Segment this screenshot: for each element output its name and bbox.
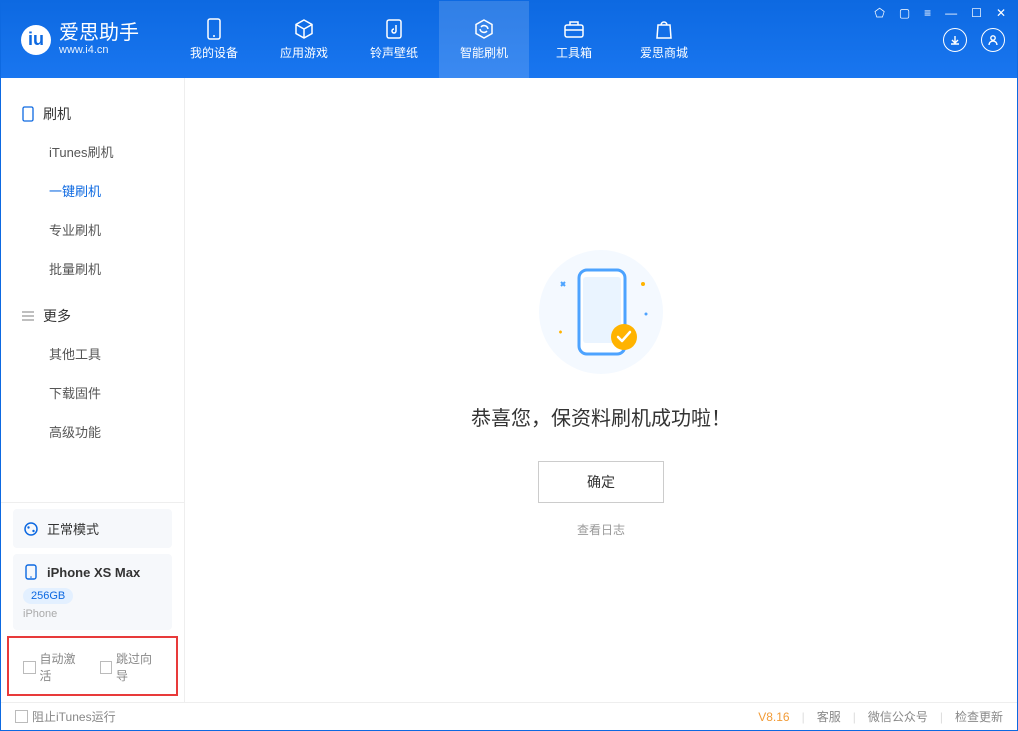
tab-my-device[interactable]: 我的设备: [169, 1, 259, 78]
device-name: iPhone XS Max: [47, 565, 140, 580]
checkbox-skip-guide-label: 跳过向导: [116, 650, 162, 684]
checkbox-block-itunes[interactable]: 阻止iTunes运行: [15, 708, 116, 725]
sidebar-item-download-firmware[interactable]: 下载固件: [1, 373, 184, 412]
minimize-button[interactable]: —: [941, 4, 961, 22]
sidebar-cat-more: 更多: [1, 298, 184, 334]
status-bar: 阻止iTunes运行 V8.16 | 客服 | 微信公众号 | 检查更新: [1, 702, 1017, 730]
sidebar: 刷机 iTunes刷机 一键刷机 专业刷机 批量刷机 更多 其他工具 下载固件 …: [1, 78, 185, 702]
tab-apps-games[interactable]: 应用游戏: [259, 1, 349, 78]
app-url: www.i4.cn: [59, 44, 139, 56]
sidebar-cat-more-label: 更多: [43, 306, 71, 326]
main-tabs: 我的设备 应用游戏 铃声壁纸 智能刷机 工具箱 爱思商城: [169, 1, 709, 78]
close-button[interactable]: ✕: [992, 4, 1010, 22]
win-box-icon[interactable]: ▢: [895, 4, 914, 22]
device-box[interactable]: iPhone XS Max 256GB iPhone: [13, 554, 172, 630]
ok-button[interactable]: 确定: [538, 461, 664, 503]
user-button[interactable]: [981, 28, 1005, 52]
block-itunes-label: 阻止iTunes运行: [32, 708, 116, 725]
main-content: 恭喜您，保资料刷机成功啦！ 确定 查看日志: [185, 78, 1017, 702]
checkbox-highlight-box: 自动激活 跳过向导: [7, 636, 178, 696]
window-controls: ⬠ ▢ ≡ — ☐ ✕: [870, 4, 1010, 22]
tab-store[interactable]: 爱思商城: [619, 1, 709, 78]
app-header: iu 爱思助手 www.i4.cn 我的设备 应用游戏 铃声壁纸 智能刷机 工具…: [1, 1, 1017, 78]
logo: iu 爱思助手 www.i4.cn: [1, 1, 159, 78]
success-title: 恭喜您，保资料刷机成功啦！: [471, 402, 731, 431]
bag-icon: [653, 18, 675, 40]
checkbox-skip-guide[interactable]: 跳过向导: [100, 650, 163, 684]
checkbox-box-icon: [23, 661, 36, 674]
mode-indicator[interactable]: 正常模式: [13, 509, 172, 548]
check-update-link[interactable]: 检查更新: [955, 708, 1003, 725]
music-file-icon: [383, 18, 405, 40]
sidebar-item-itunes-flash[interactable]: iTunes刷机: [1, 132, 184, 171]
list-icon: [21, 309, 35, 323]
sidebar-item-other-tools[interactable]: 其他工具: [1, 334, 184, 373]
sidebar-cat-flash: 刷机: [1, 96, 184, 132]
checkbox-box-icon: [15, 710, 28, 723]
version-label: V8.16: [758, 710, 789, 724]
service-link[interactable]: 客服: [817, 708, 841, 725]
sidebar-item-batch-flash[interactable]: 批量刷机: [1, 249, 184, 288]
checkbox-box-icon: [100, 661, 113, 674]
phone-icon: [203, 18, 225, 40]
view-log-link[interactable]: 查看日志: [577, 521, 625, 538]
toolbox-icon: [563, 18, 585, 40]
checkbox-auto-activate[interactable]: 自动激活: [23, 650, 86, 684]
mode-icon: [23, 521, 39, 537]
win-menu-icon[interactable]: ≡: [920, 4, 935, 22]
tab-toolbox[interactable]: 工具箱: [529, 1, 619, 78]
cube-icon: [293, 18, 315, 40]
mode-label: 正常模式: [47, 519, 99, 538]
sidebar-item-pro-flash[interactable]: 专业刷机: [1, 210, 184, 249]
refresh-hex-icon: [473, 18, 495, 40]
tab-ringtones-wallpapers[interactable]: 铃声壁纸: [349, 1, 439, 78]
logo-icon: iu: [21, 25, 51, 55]
device-icon: [23, 564, 39, 580]
sidebar-item-advanced[interactable]: 高级功能: [1, 412, 184, 451]
sidebar-item-one-click-flash[interactable]: 一键刷机: [1, 171, 184, 210]
win-shirt-icon[interactable]: ⬠: [870, 4, 888, 22]
success-illustration: [531, 242, 671, 382]
phone-small-icon: [21, 107, 35, 121]
maximize-button[interactable]: ☐: [967, 4, 986, 22]
wechat-link[interactable]: 微信公众号: [868, 708, 928, 725]
device-storage-badge: 256GB: [23, 588, 73, 604]
checkbox-auto-activate-label: 自动激活: [40, 650, 86, 684]
sidebar-cat-flash-label: 刷机: [43, 104, 71, 124]
device-type: iPhone: [23, 608, 162, 620]
app-title: 爱思助手: [59, 22, 139, 44]
tab-smart-flash[interactable]: 智能刷机: [439, 1, 529, 78]
download-button[interactable]: [943, 28, 967, 52]
